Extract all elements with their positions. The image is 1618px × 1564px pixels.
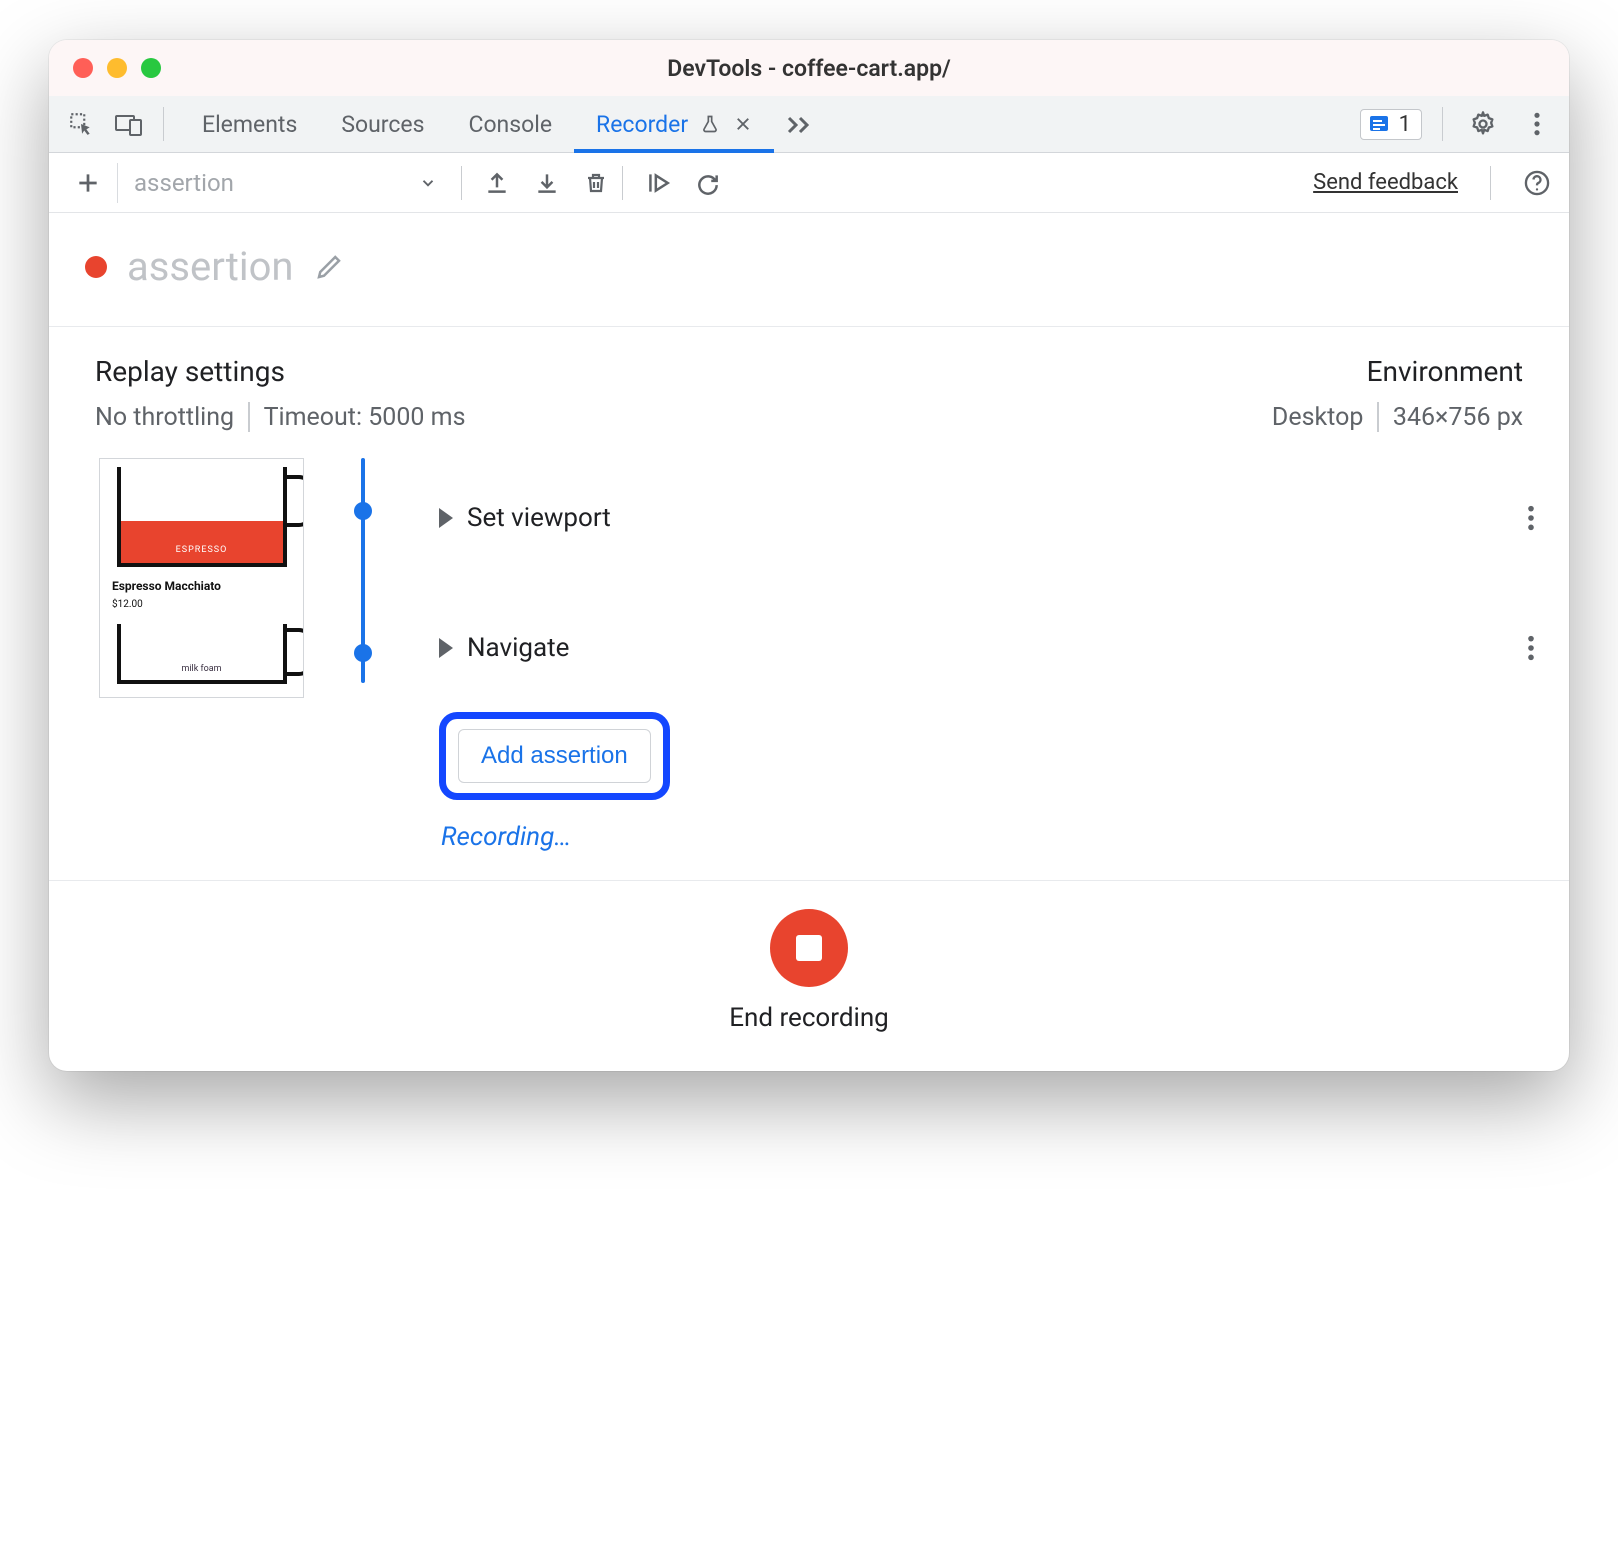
settings-icon[interactable] [1463, 104, 1503, 144]
delete-icon[interactable] [584, 170, 608, 196]
device-toolbar-icon[interactable] [109, 104, 149, 144]
thumbnail-cup-1: ESPRESSO [117, 467, 287, 567]
separator [1442, 107, 1443, 141]
edit-name-icon[interactable] [314, 252, 344, 282]
recording-name: assertion [127, 243, 294, 290]
settings-row: Replay settings No throttling Timeout: 5… [49, 327, 1569, 458]
throttling-value[interactable]: No throttling [95, 403, 234, 432]
issues-count: 1 [1399, 112, 1411, 137]
step-navigate[interactable]: Navigate [339, 612, 1569, 684]
step-replay-icon[interactable] [645, 170, 671, 196]
separator [1377, 402, 1379, 432]
add-assertion-button[interactable]: Add assertion [458, 729, 651, 783]
step-label: Navigate [467, 633, 569, 663]
more-tabs-button[interactable] [774, 96, 826, 152]
stop-icon [796, 935, 822, 961]
close-tab-icon[interactable] [734, 115, 752, 133]
thumbnail-item-price: $12.00 [112, 599, 295, 610]
flask-icon [700, 113, 720, 135]
window-title: DevTools - coffee-cart.app/ [667, 55, 951, 82]
tab-label: Sources [341, 111, 424, 138]
page-thumbnail: ESPRESSO Espresso Macchiato $12.00 milk … [99, 458, 304, 698]
step-set-viewport[interactable]: Set viewport [339, 482, 1569, 554]
separator [461, 166, 462, 200]
tab-recorder[interactable]: Recorder [574, 96, 774, 152]
import-icon[interactable] [534, 170, 560, 196]
step-menu-icon[interactable] [1527, 504, 1535, 532]
help-icon[interactable] [1523, 169, 1551, 197]
viewport-value: 346×756 px [1393, 403, 1523, 432]
send-feedback-link[interactable]: Send feedback [1313, 170, 1458, 195]
window-close-button[interactable] [73, 58, 93, 78]
devtools-tabstrip: Elements Sources Console Recorder 1 [49, 96, 1569, 153]
recording-status: Recording… [441, 822, 1569, 852]
thumbnail-cup-2: milk foam [117, 624, 287, 684]
timeout-value[interactable]: Timeout: 5000 ms [264, 403, 466, 432]
recording-timeline: ESPRESSO Espresso Macchiato $12.00 milk … [49, 458, 1569, 880]
replay-settings: Replay settings No throttling Timeout: 5… [95, 355, 465, 432]
tab-elements[interactable]: Elements [180, 96, 319, 152]
inspect-element-icon[interactable] [61, 104, 101, 144]
environment-heading: Environment [1367, 355, 1523, 388]
step-label: Set viewport [467, 503, 611, 533]
devtools-window: DevTools - coffee-cart.app/ Elements Sou… [49, 40, 1569, 1071]
tab-label: Recorder [596, 111, 688, 138]
traffic-lights [73, 58, 161, 78]
tab-label: Console [468, 111, 552, 138]
expand-triangle-icon [439, 638, 453, 658]
add-assertion-highlight: Add assertion [439, 712, 670, 800]
end-recording-button[interactable] [770, 909, 848, 987]
export-icon[interactable] [484, 170, 510, 196]
recorder-toolbar: assertion Send feedback [49, 153, 1569, 213]
window-zoom-button[interactable] [141, 58, 161, 78]
device-value: Desktop [1272, 403, 1363, 432]
environment-settings: Environment Desktop 346×756 px [1272, 355, 1523, 432]
step-menu-icon[interactable] [1527, 634, 1535, 662]
tab-label: Elements [202, 111, 297, 138]
recording-select[interactable]: assertion [117, 163, 447, 203]
window-titlebar: DevTools - coffee-cart.app/ [49, 40, 1569, 96]
more-menu-icon[interactable] [1517, 104, 1557, 144]
recording-footer: End recording [49, 880, 1569, 1071]
separator [248, 402, 250, 432]
replay-icon[interactable] [695, 170, 721, 196]
tab-console[interactable]: Console [446, 96, 574, 152]
separator [1490, 166, 1491, 200]
thumbnail-cup2-label: milk foam [121, 664, 283, 674]
tab-sources[interactable]: Sources [319, 96, 446, 152]
window-minimize-button[interactable] [107, 58, 127, 78]
recording-indicator-icon [85, 256, 107, 278]
chevron-down-icon [419, 174, 437, 192]
replay-settings-heading: Replay settings [95, 355, 465, 388]
thumbnail-item-name: Espresso Macchiato [112, 579, 295, 593]
timeline-node [354, 502, 372, 520]
thumbnail-cup-label: ESPRESSO [121, 545, 283, 555]
issues-badge[interactable]: 1 [1360, 109, 1422, 140]
selected-recording-name: assertion [134, 169, 234, 197]
separator [163, 107, 164, 141]
end-recording-label: End recording [729, 1003, 889, 1033]
timeline-node [354, 644, 372, 662]
recording-header: assertion [49, 213, 1569, 327]
new-recording-button[interactable] [67, 166, 109, 200]
expand-triangle-icon [439, 508, 453, 528]
separator [622, 166, 623, 200]
